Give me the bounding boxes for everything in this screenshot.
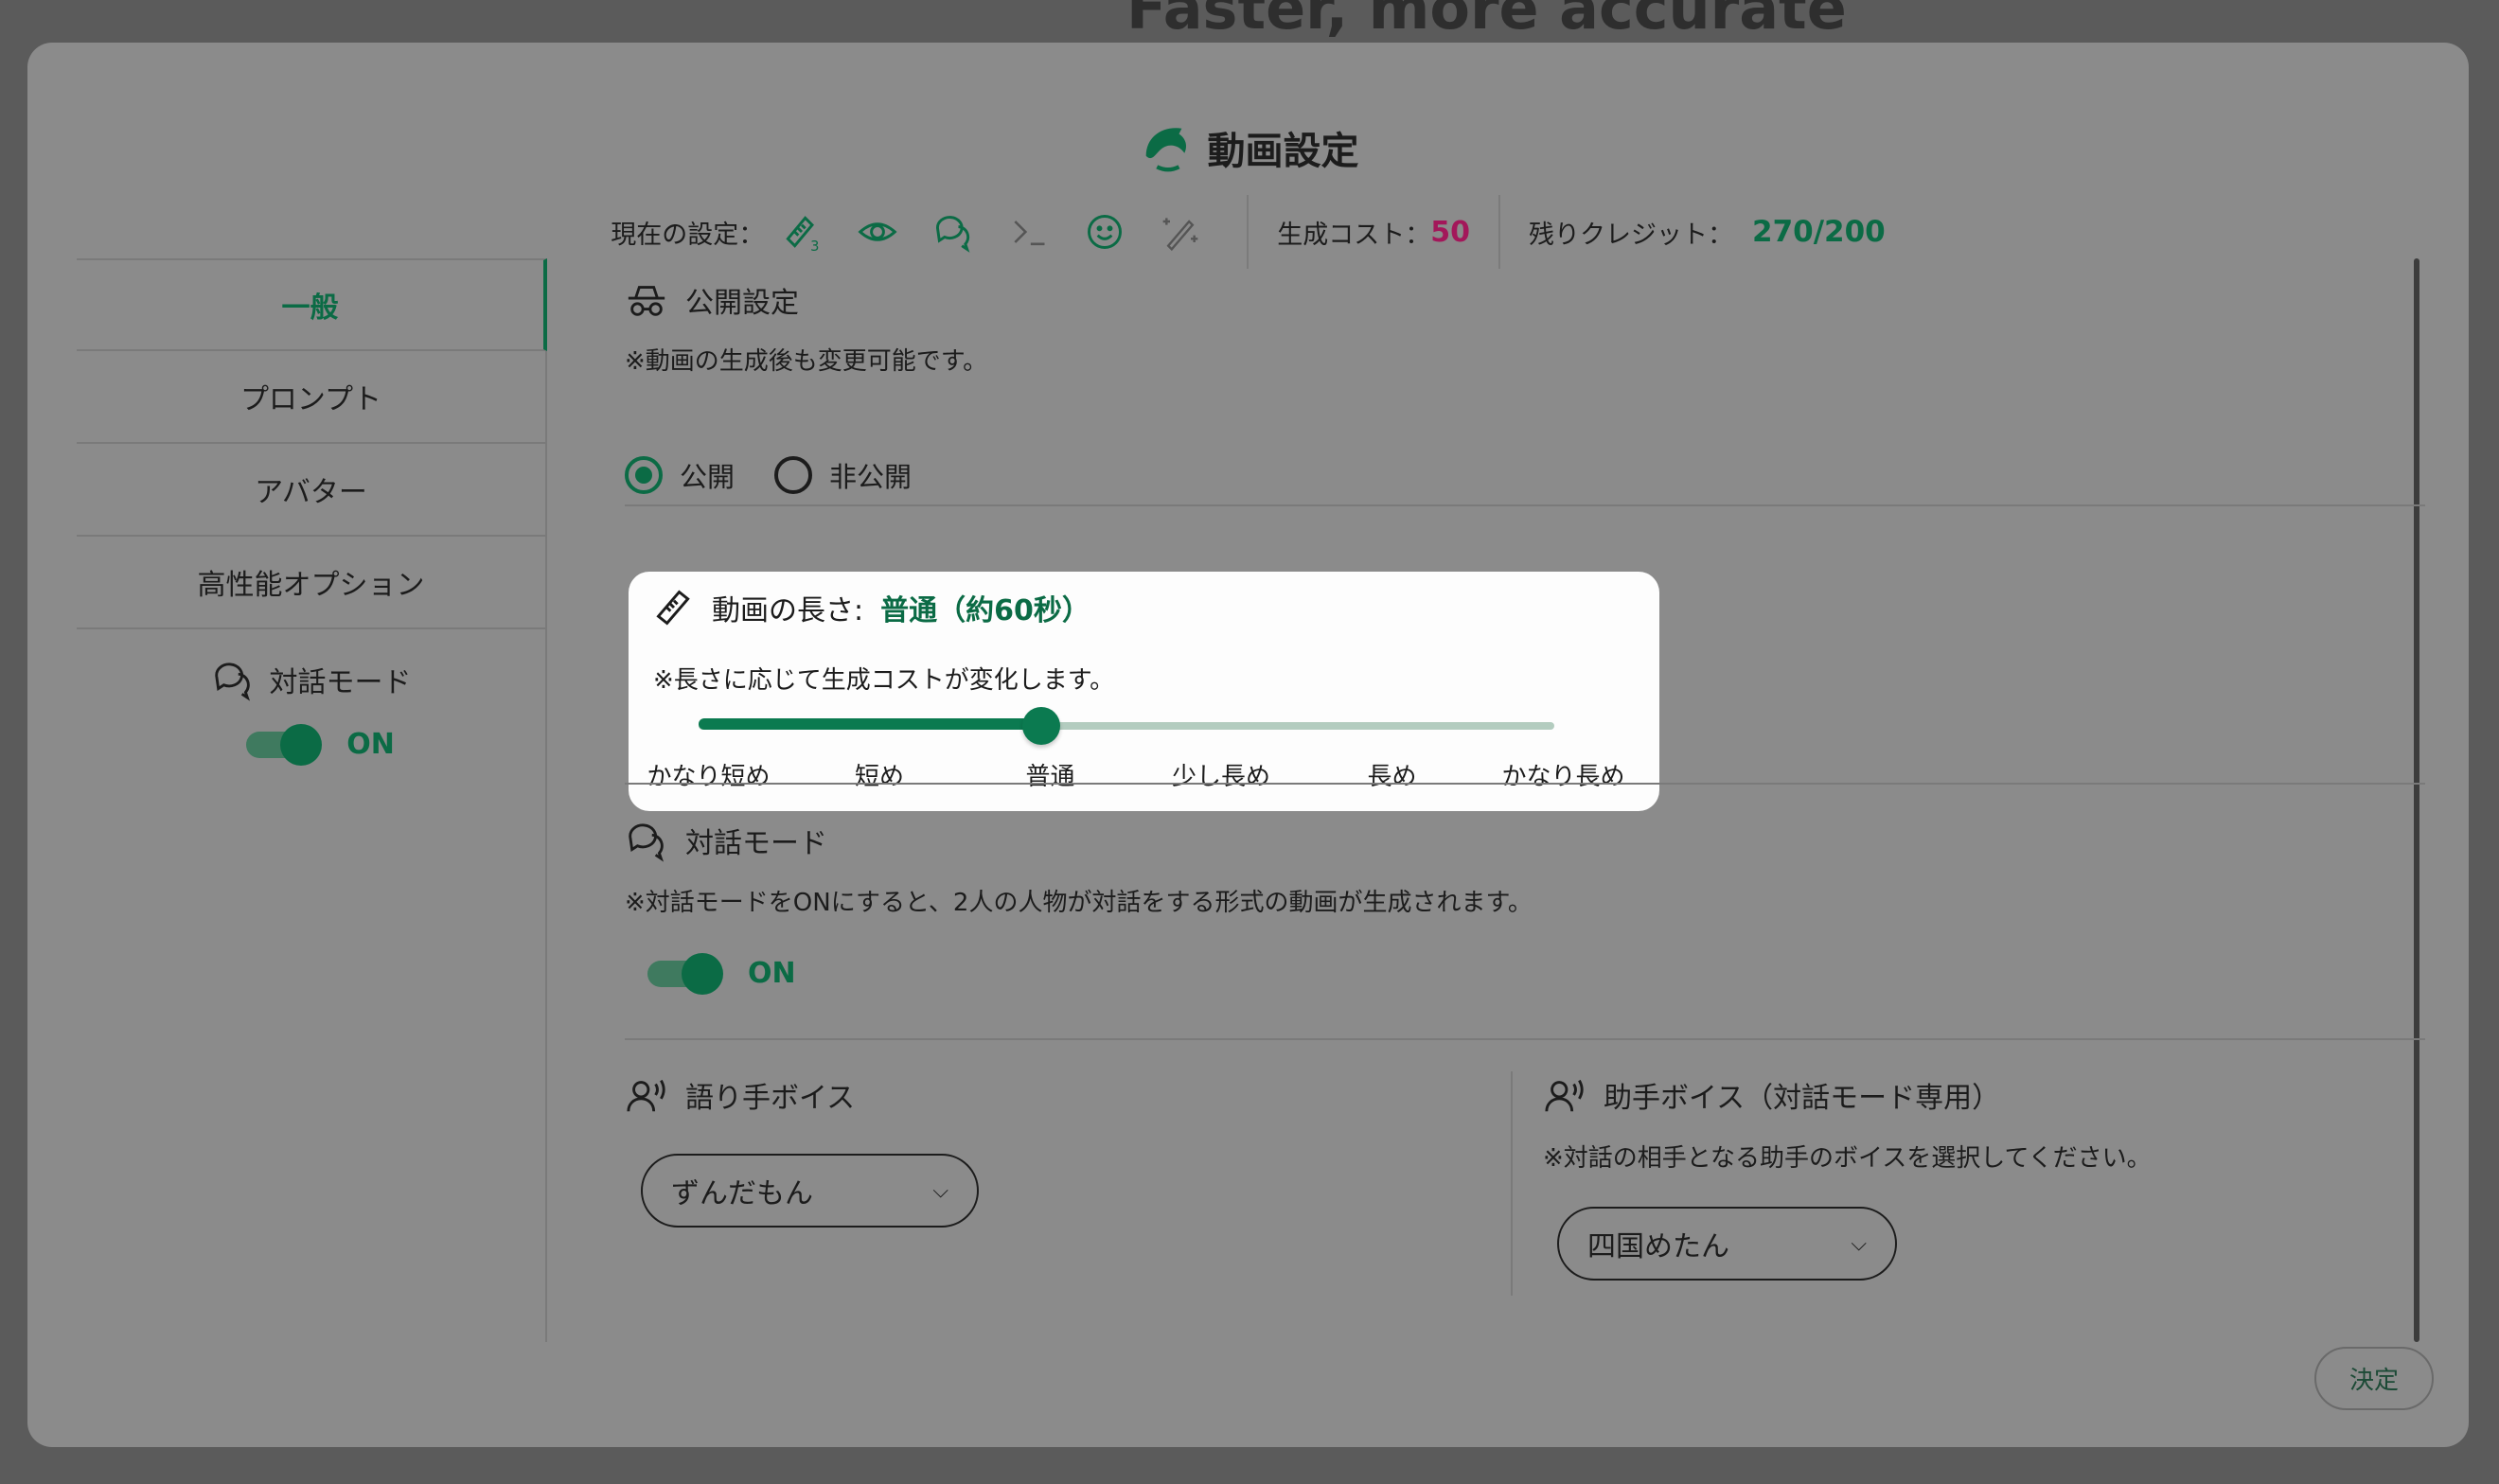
assistant-note: ※対話の相手となる助手のボイスを選択してください。	[1543, 1144, 2152, 1173]
cost-value: 50	[1430, 215, 1470, 249]
modal-title: 動画設定	[27, 120, 2469, 175]
sidebar-dialog-toggle[interactable]: ON	[96, 723, 545, 766]
chevron-down-icon: ⌵	[932, 1178, 948, 1203]
credit-value: 270/200	[1752, 215, 1886, 249]
narrator-voice-select[interactable]: ずんだもん ⌵	[641, 1154, 979, 1228]
confirm-button[interactable]: 決定	[2314, 1347, 2434, 1410]
length-slider-thumb[interactable]	[1022, 707, 1060, 745]
video-settings-modal: 動画設定 現在の設定： 3 生成コスト： 50 残りクレジット： 270/200…	[27, 43, 2469, 1447]
radio-public[interactable]	[625, 456, 663, 494]
divider	[625, 504, 2425, 506]
public-title: 公開設定	[685, 287, 799, 320]
sidebar-item-general[interactable]: 一般	[77, 258, 547, 351]
current-settings-bar: 現在の設定： 3 生成コスト： 50 残りクレジット： 270/200	[27, 195, 2469, 269]
narrator-title: 語り手ボイス	[685, 1082, 856, 1115]
background-headline: Faster, more accurate	[1126, 0, 1847, 43]
divider	[1511, 1071, 1513, 1296]
chevron-down-icon: ⌵	[1851, 1231, 1867, 1256]
svg-text:3: 3	[810, 238, 819, 253]
incognito-icon	[628, 286, 665, 316]
divider	[1498, 195, 1500, 269]
dialog-toggle[interactable]: ON	[647, 952, 796, 995]
radio-public-label: 公開	[680, 461, 736, 493]
scrollbar[interactable]	[2414, 258, 2419, 1342]
length-option[interactable]: 普通	[965, 757, 1136, 792]
dialog-title: 対話モード	[685, 827, 827, 860]
narrator-voice-value: ずんだもん	[671, 1177, 813, 1210]
chat-icon	[214, 662, 250, 701]
radio-private[interactable]	[774, 456, 813, 494]
chat-icon	[629, 823, 665, 862]
sidebar-item-avatar[interactable]: アバター	[77, 444, 545, 537]
sidebar-dialog-mode: 対話モード	[77, 658, 545, 701]
sidebar-dialog-label: 対話モード	[269, 666, 412, 699]
assistant-voice-value: 四国めたん	[1587, 1230, 1729, 1263]
credit-label: 残りクレジット：	[1529, 220, 1733, 250]
toggle-track[interactable]	[647, 952, 723, 995]
length-option[interactable]: 少し長め	[1136, 757, 1306, 792]
current-settings-label: 現在の設定：	[611, 220, 765, 250]
cost-label: 生成コスト：	[1277, 220, 1431, 250]
length-header: 動画の長さ: 普通（約60秒）	[653, 587, 1090, 628]
narrator-header: 語り手ボイス	[625, 1074, 855, 1116]
video-length-card: 動画の長さ: 普通（約60秒） ※長さに応じて生成コストが変化します。 かなり短…	[629, 572, 1659, 811]
length-note: ※長さに応じて生成コストが変化します。	[653, 666, 1115, 695]
radio-private-label: 非公開	[829, 461, 913, 493]
sidebar-item-advanced[interactable]: 高性能オプション	[77, 537, 545, 629]
sidebar: 一般 プロンプト アバター 高性能オプション 対話モード ON	[77, 258, 547, 1342]
dialog-section-header: 対話モード	[625, 819, 827, 862]
public-radio-group: 公開 非公開	[625, 455, 912, 495]
ruler-icon: 3	[781, 211, 823, 253]
length-option[interactable]: 長め	[1306, 757, 1478, 792]
divider	[625, 783, 2425, 785]
length-option[interactable]: かなり短め	[623, 757, 794, 792]
dialog-note: ※対話モードをONにすると、2人の人物が対話をする形式の動画が生成されます。	[625, 889, 1533, 917]
voice-icon	[1545, 1079, 1584, 1112]
eye-icon	[857, 211, 898, 253]
toggle-knob[interactable]	[682, 952, 723, 995]
public-note: ※動画の生成後も変更可能です。	[625, 347, 988, 376]
public-section-header: 公開設定	[625, 279, 799, 321]
toggle-knob[interactable]	[280, 723, 323, 766]
voice-icon	[627, 1079, 665, 1112]
ruler-icon	[656, 590, 690, 626]
magic-wand-icon	[1160, 211, 1201, 253]
length-option[interactable]: かなり長め	[1478, 757, 1649, 792]
assistant-header: 助手ボイス（対話モード専用）	[1543, 1074, 2000, 1116]
length-title: 動画の長さ:	[712, 594, 864, 627]
toggle-track[interactable]	[246, 723, 323, 766]
assistant-title: 助手ボイス（対話モード専用）	[1604, 1082, 2001, 1115]
divider	[1247, 195, 1250, 269]
length-option[interactable]: 短め	[794, 757, 965, 792]
length-slider-labels: かなり短め 短め 普通 少し長め 長め かなり長め	[623, 757, 1655, 792]
toggle-state: ON	[346, 728, 395, 761]
divider	[625, 1038, 2425, 1040]
dolphin-logo-icon	[1145, 128, 1186, 172]
smile-icon	[1084, 211, 1125, 253]
terminal-icon	[1008, 211, 1050, 253]
length-slider-fill	[699, 718, 1041, 730]
chat-icon	[932, 211, 974, 253]
toggle-state: ON	[748, 957, 796, 990]
length-value: 普通（約60秒）	[880, 594, 1090, 627]
assistant-voice-select[interactable]: 四国めたん ⌵	[1557, 1207, 1897, 1281]
title-text: 動画設定	[1207, 130, 1359, 173]
sidebar-item-prompt[interactable]: プロンプト	[77, 351, 545, 444]
